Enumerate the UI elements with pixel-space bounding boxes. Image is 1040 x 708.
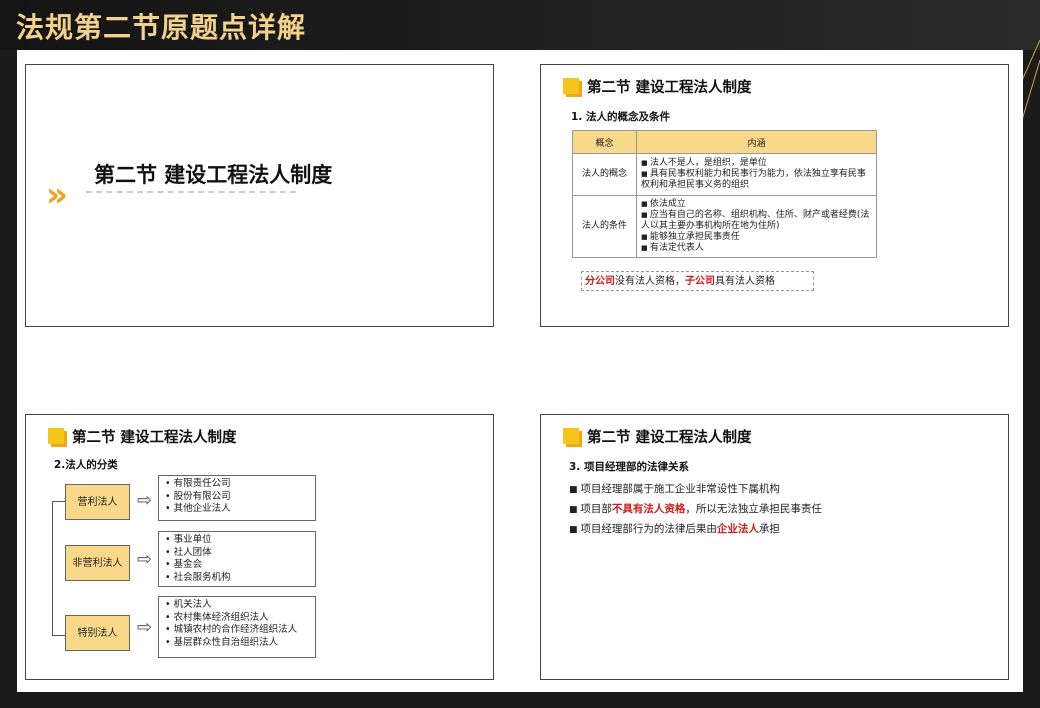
table-cell-content: 法人不是人，是组织，是单位 具有民事权利能力和民事行为能力，依法独立享有民事权利… [636,153,877,196]
square-bullet-icon [48,428,64,444]
category-box: 营利法人 [65,484,130,520]
table-bullet: 法人不是人，是组织，是单位 [641,158,872,169]
note-text: 具有法人资格 [715,276,775,287]
table-bullet: 依法成立 [641,199,872,210]
concept-table: 概念 内涵 法人的概念 法人不是人，是组织，是单位 具有民事权利能力和民事行为能… [572,130,877,258]
slide-header-text: 第二节 建设工程法人制度 [72,430,237,446]
table-row: 法人的概念 法人不是人，是组织，是单位 具有民事权利能力和民事行为能力，依法独立… [572,153,877,196]
note-text: 没有法人资格， [615,276,685,287]
slide1-title: 第二节 建设工程法人制度 [94,163,333,187]
slide-1[interactable]: » 第二节 建设工程法人制度 [25,64,494,327]
category-list: 事业单位 社人团体 基金会 社会服务机构 [158,531,316,587]
dotted-divider [86,191,296,193]
list-item: 城镇农村的合作经济组织法人 [165,624,309,637]
table-bullet: 有法定代表人 [641,243,872,254]
bullet-item: 项目部不具有法人资格，所以无法独立承担民事责任 [569,501,822,516]
square-bullet-icon [563,78,579,94]
bracket-connector [52,501,66,636]
category-box: 非营利法人 [65,545,130,581]
list-item: 社会服务机构 [165,572,309,585]
note-highlight: 分公司 [585,276,615,287]
table-cell-content: 依法成立 应当有自己的名称、组织机构、住所、财产或者经费(法人以其主要办事机构所… [636,195,877,258]
bullet-text: ，所以无法独立承担民事责任 [685,503,822,515]
bullet-text: 项目部 [580,503,612,515]
table-bullet: 能够独立承担民事责任 [641,232,872,243]
slides-canvas: » 第二节 建设工程法人制度 第二节 建设工程法人制度 1. 法人的概念及条件 … [17,50,1023,692]
slide-header-text: 第二节 建设工程法人制度 [587,80,752,96]
bullet-text: 承担 [758,523,780,535]
note-box: 分公司没有法人资格，子公司具有法人资格 [581,271,814,291]
table-row: 法人的条件 依法成立 应当有自己的名称、组织机构、住所、财产或者经费(法人以其主… [572,195,877,258]
chevron-icon: » [46,175,68,215]
list-item: 事业单位 [165,534,309,547]
table-header: 内涵 [636,130,877,154]
square-bullet-icon [563,428,579,444]
list-item: 基金会 [165,559,309,572]
slide-3[interactable]: 第二节 建设工程法人制度 2.法人的分类 营利法人 ⇨ 有限责任公司 股份有限公… [25,414,494,680]
bullet-text: 项目经理部行为的法律后果由 [580,523,717,535]
bullet-item: 项目经理部属于施工企业非常设性下属机构 [569,481,780,496]
list-item: 基层群众性自治组织法人 [165,637,309,650]
table-cell-label: 法人的条件 [572,195,637,258]
list-item: 其他企业法人 [165,503,309,516]
category-box: 特别法人 [65,615,130,651]
arrow-right-icon: ⇨ [137,617,153,638]
slide-4[interactable]: 第二节 建设工程法人制度 3. 项目经理部的法律关系 项目经理部属于施工企业非常… [540,414,1009,680]
list-item: 股份有限公司 [165,491,309,504]
slide-2[interactable]: 第二节 建设工程法人制度 1. 法人的概念及条件 概念 内涵 法人的概念 法人不… [540,64,1009,327]
list-item: 机关法人 [165,599,309,612]
bullet-item: 项目经理部行为的法律后果由企业法人承担 [569,521,780,536]
arrow-right-icon: ⇨ [137,490,153,511]
bullet-highlight: 不具有法人资格 [611,503,686,515]
slide-subtitle: 2.法人的分类 [54,459,118,471]
category-list: 有限责任公司 股份有限公司 其他企业法人 [158,475,316,521]
page-title: 法规第二节原题点详解 [16,11,307,44]
note-highlight: 子公司 [685,276,715,287]
slide-header-text: 第二节 建设工程法人制度 [587,430,752,446]
arrow-right-icon: ⇨ [137,549,153,570]
table-header: 概念 [572,130,637,154]
category-list: 机关法人 农村集体经济组织法人 城镇农村的合作经济组织法人 基层群众性自治组织法… [158,596,316,658]
table-bullet: 应当有自己的名称、组织机构、住所、财产或者经费(法人以其主要办事机构所在地为住所… [641,210,872,232]
bullet-highlight: 企业法人 [716,523,759,535]
slide-subtitle: 3. 项目经理部的法律关系 [569,461,689,473]
table-bullet: 具有民事权利能力和民事行为能力，依法独立享有民事权利和承担民事义务的组织 [641,169,872,191]
title-bar: 法规第二节原题点详解 [0,0,1040,50]
list-item: 有限责任公司 [165,478,309,491]
slide-subtitle: 1. 法人的概念及条件 [571,111,670,123]
list-item: 农村集体经济组织法人 [165,612,309,625]
table-cell-label: 法人的概念 [572,153,637,196]
list-item: 社人团体 [165,547,309,560]
